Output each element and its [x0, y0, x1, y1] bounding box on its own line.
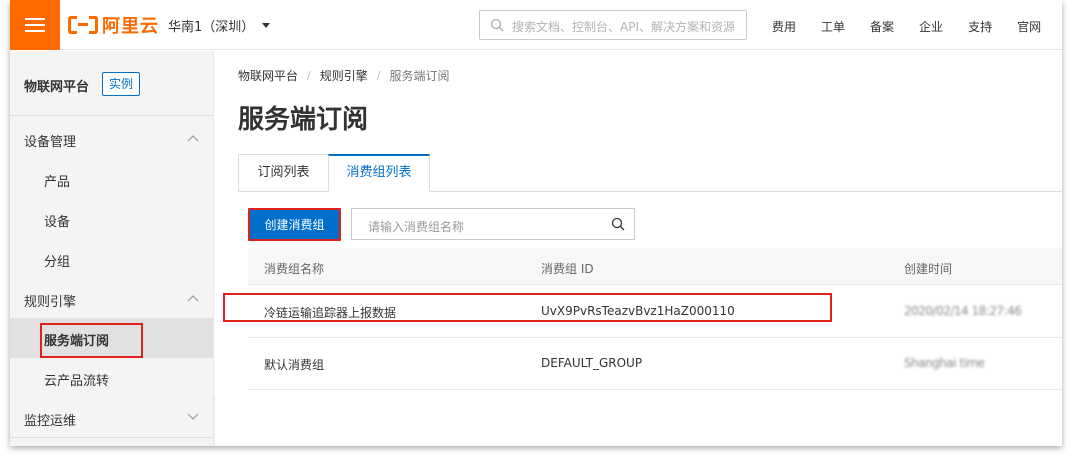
breadcrumb-separator: / — [376, 69, 381, 82]
nav-support[interactable]: 支持 — [968, 18, 992, 35]
consumer-group-search-input[interactable]: 请输入消费组名称 — [351, 208, 635, 240]
breadcrumb-current: 服务端订阅 — [389, 69, 450, 83]
table-header: 消费组名称 消费组 ID 创建时间 — [248, 248, 1062, 285]
instance-badge[interactable]: 实例 — [102, 72, 141, 96]
nav-tickets[interactable]: 工单 — [821, 18, 845, 35]
logo-text: 阿里云 — [102, 16, 159, 37]
highlight-annotation — [40, 323, 143, 358]
breadcrumb: 物联网平台 / 规则引擎 / 服务端订阅 — [238, 67, 449, 84]
table-row[interactable]: 默认消费组 DEFAULT_GROUP Shanghai time — [248, 338, 1062, 390]
chevron-down-icon — [187, 413, 199, 420]
column-header-id: 消费组 ID — [541, 262, 594, 276]
top-nav: 费用 工单 备案 企业 支持 官网 — [772, 18, 1062, 35]
sidebar-item-label: 云产品流转 — [44, 374, 110, 389]
group-id-cell: DEFAULT_GROUP — [541, 356, 643, 370]
product-title: 物联网平台 — [24, 80, 90, 95]
highlight-annotation — [223, 293, 832, 322]
tab-consumer-group-list[interactable]: 消费组列表 — [328, 154, 430, 192]
sidebar-group-label: 监控运维 — [24, 414, 77, 429]
breadcrumb-separator: / — [307, 69, 311, 82]
sidebar-item-data-forwarding[interactable]: 云产品流转 — [10, 358, 213, 398]
caret-down-icon — [262, 23, 271, 28]
nav-billing[interactable]: 费用 — [772, 18, 796, 35]
top-bar: 阿里云 华南1（深圳） 搜索文档、控制台、API、解决方案和资源 费用 工单 备… — [10, 0, 1062, 50]
tab-bar: 订阅列表 消费组列表 — [238, 154, 1062, 192]
sidebar-group-label: 设备管理 — [24, 135, 77, 150]
console-window: 阿里云 华南1（深圳） 搜索文档、控制台、API、解决方案和资源 费用 工单 备… — [10, 0, 1062, 446]
nav-icp[interactable]: 备案 — [870, 18, 894, 35]
chevron-up-icon — [187, 135, 199, 142]
sidebar-group-monitoring[interactable]: 监控运维 — [10, 398, 213, 438]
search-icon — [490, 18, 504, 32]
nav-enterprise[interactable]: 企业 — [919, 18, 943, 35]
sidebar: 物联网平台 实例 设备管理 产品 设备 分组 规则引擎 服务端订阅 云产品流转 … — [10, 51, 214, 446]
sidebar-item-label: 分组 — [44, 255, 71, 270]
created-time-cell: 2020/02/14 18:27:46 — [904, 304, 1022, 318]
page-title: 服务端订阅 — [238, 105, 369, 135]
nav-official-site[interactable]: 官网 — [1017, 18, 1041, 35]
create-consumer-group-button[interactable]: 创建消费组 — [248, 208, 341, 241]
global-search-input[interactable]: 搜索文档、控制台、API、解决方案和资源 — [479, 10, 747, 40]
sidebar-item-groups[interactable]: 分组 — [10, 239, 213, 279]
sidebar-item-label: 设备 — [44, 215, 71, 230]
sidebar-header: 物联网平台 实例 — [10, 51, 213, 116]
sidebar-group-label: 规则引擎 — [24, 295, 77, 310]
created-time-cell: Shanghai time — [904, 356, 985, 370]
consumer-group-search-placeholder: 请输入消费组名称 — [368, 220, 465, 234]
column-header-created: 创建时间 — [904, 262, 953, 276]
search-icon[interactable] — [611, 217, 625, 231]
global-search-placeholder: 搜索文档、控制台、API、解决方案和资源 — [512, 20, 735, 34]
menu-icon[interactable] — [10, 0, 60, 50]
aliyun-logo[interactable]: 阿里云 — [68, 14, 159, 37]
tab-subscription-list[interactable]: 订阅列表 — [238, 154, 329, 192]
region-label: 华南1（深圳） — [168, 20, 255, 35]
region-selector[interactable]: 华南1（深圳） — [168, 16, 271, 35]
sidebar-group-rule-engine[interactable]: 规则引擎 — [10, 279, 213, 319]
sidebar-item-devices[interactable]: 设备 — [10, 199, 213, 239]
breadcrumb-rule-engine[interactable]: 规则引擎 — [320, 67, 368, 84]
column-header-name: 消费组名称 — [264, 262, 325, 276]
sidebar-group-device-management[interactable]: 设备管理 — [10, 119, 213, 159]
group-name-cell: 默认消费组 — [264, 358, 325, 372]
main-content: 物联网平台 / 规则引擎 / 服务端订阅 服务端订阅 订阅列表 消费组列表 创建… — [215, 51, 1062, 446]
sidebar-item-products[interactable]: 产品 — [10, 159, 213, 199]
sidebar-item-label: 产品 — [44, 175, 71, 190]
chevron-up-icon — [187, 295, 199, 302]
logo-mark-icon — [68, 16, 98, 34]
breadcrumb-iot-platform[interactable]: 物联网平台 — [238, 67, 298, 84]
